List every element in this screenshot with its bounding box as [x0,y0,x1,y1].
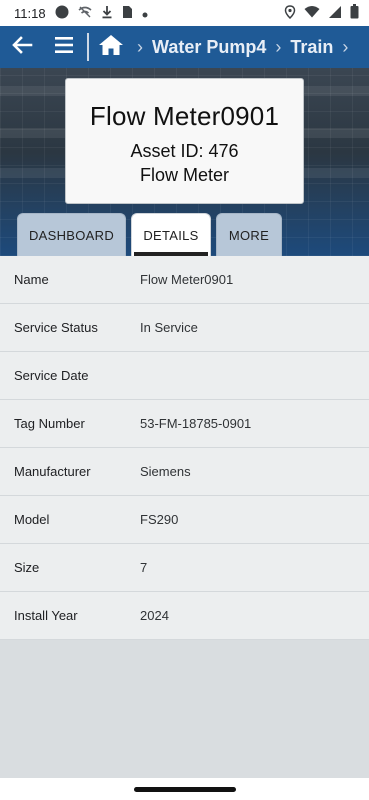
dot-icon [142,6,148,21]
app-bar: › Water Pump4 › Train › [0,26,369,68]
breadcrumb-water-pump[interactable]: Water Pump4 [152,37,266,58]
content-background [0,640,369,778]
detail-value: Siemens [140,464,191,479]
back-button[interactable] [0,26,44,68]
hamburger-menu-icon [54,36,74,59]
detail-value: Flow Meter0901 [140,272,234,287]
status-bar: 11:18 [0,0,369,26]
detail-label: Service Status [14,320,98,335]
detail-row-install-year: Install Year 2024 [0,592,369,640]
detail-label: Model [14,512,50,527]
app-bar-divider [87,33,89,61]
menu-button[interactable] [44,26,84,68]
chevron-right-icon: › [342,36,349,57]
detail-label: Tag Number [14,416,85,431]
tab-dashboard[interactable]: DASHBOARD [17,213,126,256]
tab-label: DASHBOARD [28,227,115,243]
battery-icon [350,4,359,22]
asset-card: Flow Meter0901 Asset ID: 476 Flow Meter [65,78,304,204]
chevron-right-icon: › [137,36,143,57]
tab-details[interactable]: DETAILS [131,213,211,256]
back-arrow-icon [11,35,33,60]
home-gesture-handle[interactable] [134,787,236,792]
detail-label: Size [14,560,40,575]
home-icon [98,34,124,61]
detail-label: Install Year [14,608,78,623]
detail-row-service-date: Service Date [0,352,369,400]
detail-row-manufacturer: Manufacturer Siemens [0,448,369,496]
detail-row-service-status: Service Status In Service [0,304,369,352]
tab-bar: DASHBOARD DETAILS MORE [0,213,369,256]
details-list: Name Flow Meter0901 Service Status In Se… [0,256,369,640]
breadcrumb-train[interactable]: Train [290,37,333,58]
signal-icon [328,5,342,22]
wifi-slash-icon [78,5,92,22]
asset-id: Asset ID: 476 [130,141,239,161]
status-time: 11:18 [14,5,46,21]
detail-value: FS290 [140,512,179,527]
tab-more[interactable]: MORE [216,213,282,256]
asset-type: Flow Meter [139,165,229,185]
detail-value: In Service [140,320,198,335]
tab-label: DETAILS [143,227,199,243]
detail-row-tag-number: Tag Number 53-FM-18785-0901 [0,400,369,448]
detail-value: 7 [140,560,148,575]
location-icon [284,4,296,22]
detail-label: Manufacturer [14,464,91,479]
detail-row-size: Size 7 [0,544,369,592]
asset-title: Flow Meter0901 [89,101,280,131]
download-icon [101,5,113,22]
tab-label: MORE [228,227,270,243]
detail-value: 53-FM-18785-0901 [140,416,252,431]
detail-label: Name [14,272,49,287]
detail-row-name: Name Flow Meter0901 [0,256,369,304]
sim-card-icon [122,5,133,22]
wifi-icon [304,5,320,21]
detail-label: Service Date [14,368,89,383]
home-button[interactable] [94,26,128,68]
detail-value: 2024 [140,608,169,623]
circle-notification-icon [55,5,69,22]
chevron-right-icon: › [275,36,282,57]
detail-row-model: Model FS290 [0,496,369,544]
system-navigation-bar [0,778,369,800]
